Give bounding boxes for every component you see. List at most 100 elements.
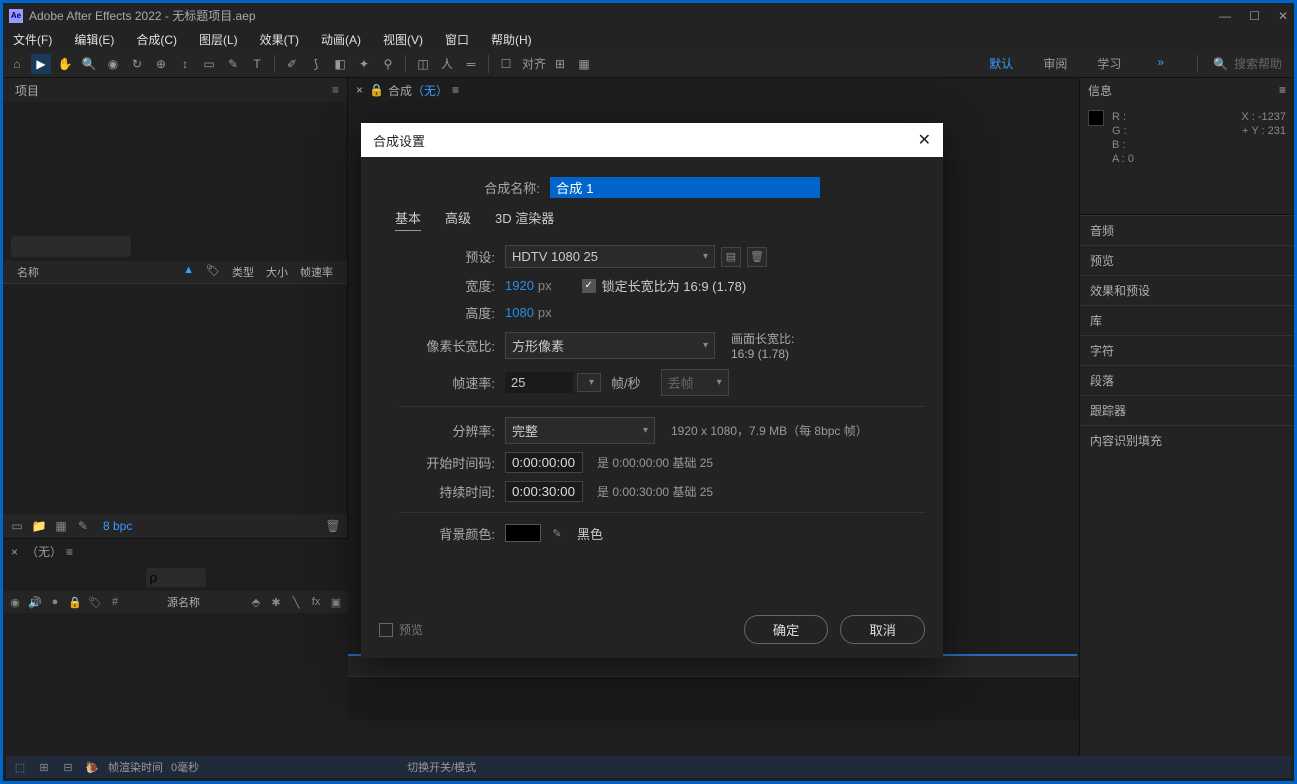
source-name-col[interactable]: 源名称 <box>167 594 200 610</box>
col-name[interactable]: 名称 <box>11 264 177 280</box>
menu-composition[interactable]: 合成(C) <box>130 29 183 50</box>
dialog-close-button[interactable]: ✕ <box>918 130 931 150</box>
duration-input[interactable] <box>505 481 583 502</box>
footer-icon-4[interactable]: ✎ <box>75 519 91 533</box>
panel-libraries[interactable]: 库 <box>1080 305 1294 335</box>
footer-icon-1[interactable]: ▭ <box>9 519 25 533</box>
footer-icon-3[interactable]: ▦ <box>53 519 69 533</box>
pixel-aspect-dropdown[interactable]: 方形像素▾ <box>505 332 715 359</box>
hand-tool[interactable]: ✋ <box>55 54 75 74</box>
rotate-tool[interactable]: ↻ <box>127 54 147 74</box>
project-content[interactable] <box>3 284 347 514</box>
preview-checkbox[interactable] <box>379 623 393 637</box>
height-value[interactable]: 1080 <box>505 305 534 320</box>
sb-icon-1[interactable]: ⬚ <box>12 761 28 774</box>
eraser-tool[interactable]: ◧ <box>330 54 350 74</box>
snap-toggle[interactable]: ☐ <box>496 54 516 74</box>
panel-preview[interactable]: 预览 <box>1080 245 1294 275</box>
info-tab[interactable]: 信息 <box>1088 82 1112 99</box>
preset-dropdown[interactable]: HDTV 1080 25▾ <box>505 245 715 268</box>
panel-content-aware-fill[interactable]: 内容识别填充 <box>1080 425 1294 455</box>
tl-sw-2[interactable]: ✱ <box>268 596 284 609</box>
bpc-indicator[interactable]: 8 bpc <box>103 519 132 533</box>
pen-tool[interactable]: ✎ <box>223 54 243 74</box>
sb-icon-2[interactable]: ⊞ <box>36 761 52 774</box>
tool-extra-2[interactable]: 人 <box>437 54 457 74</box>
sb-icon-4[interactable]: 🐌 <box>84 761 100 774</box>
tl-sw-4[interactable]: fx <box>308 596 324 608</box>
footer-icon-2[interactable]: 📁 <box>31 519 47 533</box>
timeline-search-input[interactable] <box>146 568 206 587</box>
mask-tool[interactable]: ▭ <box>199 54 219 74</box>
delete-preset-button[interactable]: 🗑 <box>747 247 767 267</box>
workspace-tab-default[interactable]: 默认 <box>989 55 1013 72</box>
toggle-switches[interactable]: 切换开关/模式 <box>407 759 476 775</box>
workspace-tab-learn[interactable]: 学习 <box>1097 55 1121 72</box>
sb-icon-3[interactable]: ⊟ <box>60 761 76 774</box>
resolution-dropdown[interactable]: 完整▾ <box>505 417 655 444</box>
close-button[interactable]: ✕ <box>1278 9 1288 23</box>
selection-tool[interactable]: ▶ <box>31 54 51 74</box>
drop-frame-dropdown[interactable]: 丢帧▾ <box>661 369 729 396</box>
snap-opt-1[interactable]: ⊞ <box>550 54 570 74</box>
tl-sw-5[interactable]: ▣ <box>328 596 344 609</box>
col-size[interactable]: 大小 <box>260 264 294 280</box>
tab-basic[interactable]: 基本 <box>395 208 421 231</box>
menu-edit[interactable]: 编辑(E) <box>68 29 120 50</box>
menu-help[interactable]: 帮助(H) <box>485 29 538 50</box>
panel-effects-presets[interactable]: 效果和预设 <box>1080 275 1294 305</box>
panel-paragraph[interactable]: 段落 <box>1080 365 1294 395</box>
search-help[interactable]: 🔍 搜索帮助 <box>1205 55 1290 72</box>
menu-view[interactable]: 视图(V) <box>377 29 429 50</box>
comp-close-tab[interactable]: × <box>356 83 363 97</box>
tl-sw-1[interactable]: ⬘ <box>248 596 264 609</box>
lock-icon[interactable]: 🔒 <box>369 83 384 97</box>
comp-name-input[interactable] <box>550 177 820 198</box>
text-tool[interactable]: T <box>247 54 267 74</box>
panel-tracker[interactable]: 跟踪器 <box>1080 395 1294 425</box>
maximize-button[interactable]: ☐ <box>1249 9 1260 23</box>
fps-input[interactable]: 25 <box>505 372 573 393</box>
panel-menu-icon[interactable]: ≡ <box>332 83 339 97</box>
num-icon[interactable]: # <box>107 596 123 608</box>
bg-color-swatch[interactable] <box>505 524 541 542</box>
start-timecode-input[interactable] <box>505 452 583 473</box>
timeline-close-tab[interactable]: × <box>11 545 18 559</box>
lock-icon[interactable]: 🔒 <box>67 596 83 609</box>
panel-menu-icon[interactable]: ≡ <box>1279 83 1286 97</box>
workspace-more[interactable]: » <box>1151 55 1170 72</box>
sort-indicator[interactable]: ▲ <box>177 264 200 280</box>
roto-tool[interactable]: ✦ <box>354 54 374 74</box>
brush-tool[interactable]: ✐ <box>282 54 302 74</box>
fps-dropdown[interactable]: ▾ <box>577 373 601 392</box>
home-icon[interactable]: ⌂ <box>7 54 27 74</box>
timeline-body[interactable] <box>348 676 1079 720</box>
tl-sw-3[interactable]: ╲ <box>288 596 304 609</box>
minimize-button[interactable]: — <box>1219 9 1231 23</box>
pan-behind-tool[interactable]: ↕ <box>175 54 195 74</box>
tag-icon[interactable]: 🏷 <box>200 264 226 280</box>
tool-extra-3[interactable]: ═ <box>461 54 481 74</box>
zoom-tool[interactable]: 🔍 <box>79 54 99 74</box>
trash-icon[interactable]: 🗑 <box>325 519 341 533</box>
eyedropper-button[interactable]: ✎ <box>547 523 567 543</box>
comp-tab-label[interactable]: 合成 <box>388 82 412 99</box>
project-tab[interactable]: 项目 <box>11 80 43 101</box>
menu-animation[interactable]: 动画(A) <box>315 29 367 50</box>
solo-icon[interactable]: ● <box>47 596 63 608</box>
tab-advanced[interactable]: 高级 <box>445 208 471 231</box>
menu-layer[interactable]: 图层(L) <box>193 29 244 50</box>
clone-tool[interactable]: ⟆ <box>306 54 326 74</box>
tool-extra-1[interactable]: ◫ <box>413 54 433 74</box>
workspace-tab-review[interactable]: 审阅 <box>1043 55 1067 72</box>
timeline-tab[interactable]: （无） <box>26 543 62 560</box>
panel-audio[interactable]: 音频 <box>1080 215 1294 245</box>
menu-window[interactable]: 窗口 <box>439 29 475 50</box>
col-fps[interactable]: 帧速率 <box>294 264 339 280</box>
label-icon[interactable]: 🏷 <box>87 596 103 609</box>
camera-tool[interactable]: ⊕ <box>151 54 171 74</box>
menu-effect[interactable]: 效果(T) <box>254 29 305 50</box>
menu-file[interactable]: 文件(F) <box>7 29 58 50</box>
ok-button[interactable]: 确定 <box>744 615 829 644</box>
audio-icon[interactable]: 🔊 <box>27 596 43 609</box>
